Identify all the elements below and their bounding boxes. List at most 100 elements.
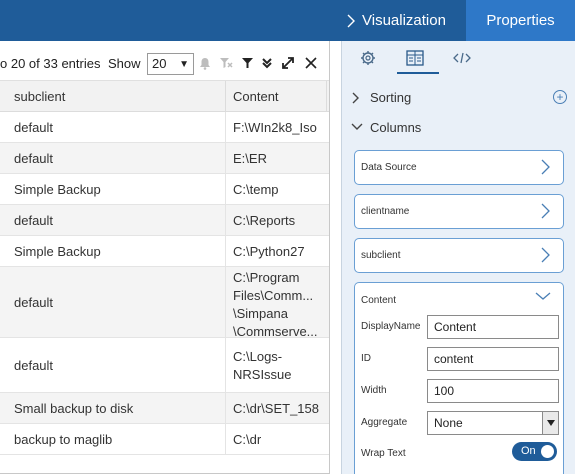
panel-header: Visualization Properties	[341, 0, 575, 41]
close-icon[interactable]	[303, 55, 319, 71]
wrap-text-toggle[interactable]: On	[512, 442, 557, 461]
id-label: ID	[361, 353, 371, 364]
gear-icon[interactable]	[358, 49, 378, 67]
column-card-clientname[interactable]: clientname	[354, 194, 564, 229]
cell-divider	[225, 174, 226, 204]
dashboard-header-bar	[0, 0, 341, 41]
add-sort-icon[interactable]: +	[553, 90, 567, 104]
bell-icon[interactable]	[197, 55, 213, 71]
aggregate-select[interactable]: None	[427, 411, 559, 435]
column-header-content[interactable]: Content	[233, 89, 279, 104]
tab-visualization-label: Visualization	[362, 12, 446, 29]
table-row[interactable]: backup to maglib C:\dr	[0, 424, 329, 455]
cell-content-line: F:\WIn2k8_Iso	[233, 119, 317, 135]
table-row[interactable]: default C:\Logs- NRSIssue	[0, 338, 329, 393]
cell-subclient: Simple Backup	[14, 243, 101, 259]
cell-subclient: default	[14, 212, 54, 228]
cell-content: C:\dr	[233, 431, 261, 449]
cell-subclient: default	[14, 119, 54, 135]
display-name-input[interactable]: Content	[427, 315, 559, 339]
cell-content: C:\temp	[233, 181, 279, 199]
table-row[interactable]: default F:\WIn2k8_Iso	[0, 112, 329, 143]
cell-content-line: C:\dr	[233, 431, 262, 447]
id-input[interactable]: content	[427, 347, 559, 371]
sorting-label: Sorting	[370, 90, 412, 105]
chevron-right-icon	[541, 247, 550, 263]
cell-content-line: C:\temp	[233, 181, 279, 197]
page-size-select[interactable]: 20 ▼	[147, 53, 194, 75]
column-card-label: clientname	[361, 206, 410, 217]
cell-divider	[225, 236, 226, 266]
page-size-value: 20	[152, 56, 167, 71]
cell-divider	[225, 393, 226, 423]
table-widget: o 20 of 33 entries Show 20 ▼ subclient C…	[0, 41, 330, 474]
sorting-section[interactable]: Sorting +	[342, 87, 575, 109]
tab-properties[interactable]: Properties	[466, 0, 575, 41]
cell-content: E:\ER	[233, 150, 267, 168]
table-row[interactable]: default C:\Reports	[0, 205, 329, 236]
app-root: o 20 of 33 entries Show 20 ▼ subclient C…	[0, 0, 575, 474]
aggregate-value: None	[434, 416, 463, 430]
cell-divider	[225, 143, 226, 173]
column-card-label[interactable]: Content	[361, 295, 396, 306]
table-row[interactable]: Small backup to disk C:\dr\SET_158	[0, 393, 329, 424]
table-row[interactable]: Simple Backup C:\temp	[0, 174, 329, 205]
cell-divider	[225, 338, 226, 392]
chevron-right-icon	[347, 14, 355, 27]
cell-content-line: C:\Logs-	[233, 348, 283, 364]
column-card-label: subclient	[361, 250, 401, 261]
caret-down-icon: ▼	[179, 59, 189, 70]
table-row[interactable]: default C:\Program Files\Comm... \Simpana \C…	[0, 267, 329, 341]
chevron-right-icon	[541, 159, 550, 175]
columns-label: Columns	[370, 120, 422, 135]
cell-divider	[225, 267, 226, 337]
column-header-subclient[interactable]: subclient	[14, 89, 65, 104]
table-header: subclient Content	[0, 81, 329, 112]
active-toolbar-indicator	[397, 72, 439, 74]
columns-section[interactable]: Columns	[342, 117, 575, 139]
column-divider[interactable]	[225, 81, 226, 111]
cell-content-line: C:\Python27	[233, 243, 305, 259]
column-card-data-source[interactable]: Data Source	[354, 150, 564, 185]
cell-subclient: default	[14, 357, 54, 373]
cell-content-line: Files\Comm...	[233, 288, 314, 303]
cell-divider	[225, 112, 226, 142]
width-input[interactable]: 100	[427, 379, 559, 403]
column-card-subclient[interactable]: subclient	[354, 238, 564, 273]
filter-icon[interactable]	[239, 55, 255, 71]
aggregate-label: Aggregate	[361, 417, 408, 428]
column-card-label: Data Source	[361, 162, 417, 173]
paging-info: o 20 of 33 entries	[0, 56, 101, 71]
clear-filter-icon[interactable]	[218, 55, 234, 71]
chevron-right-icon	[541, 203, 550, 219]
caret-down-icon[interactable]	[542, 412, 558, 434]
table-icon[interactable]	[405, 49, 425, 67]
table-row[interactable]: default E:\ER	[0, 143, 329, 174]
toggle-state-label: On	[521, 445, 536, 457]
chevron-up-icon[interactable]	[535, 291, 551, 301]
toggle-knob	[541, 445, 554, 458]
cell-content: C:\Logs- NRSIssue	[233, 348, 292, 384]
tab-properties-label: Properties	[486, 12, 555, 29]
cell-content: C:\Reports	[233, 212, 295, 230]
cell-subclient: backup to maglib	[14, 431, 113, 447]
code-icon[interactable]	[452, 49, 472, 67]
collapse-icon[interactable]	[259, 55, 275, 71]
chevron-right-icon	[352, 92, 359, 104]
tab-visualization[interactable]: Visualization	[341, 0, 466, 41]
column-divider[interactable]	[326, 81, 327, 111]
display-name-label: DisplayName	[361, 321, 421, 332]
cell-divider	[225, 424, 226, 454]
column-card-content-expanded: Content DisplayName Content ID content W…	[354, 282, 564, 474]
cell-content: F:\WIn2k8_Iso	[233, 119, 317, 137]
properties-panel: Sorting + Columns Data Source clientname…	[341, 41, 575, 474]
cell-content: C:\dr\SET_158	[233, 400, 319, 418]
cell-content: C:\Program Files\Comm... \Simpana \Commserv…	[233, 269, 318, 341]
cell-subclient: default	[14, 150, 54, 166]
cell-content-line: E:\ER	[233, 150, 267, 166]
cell-content-line: C:\dr\SET_158	[233, 400, 319, 416]
panel-toolbar	[342, 41, 575, 76]
table-row[interactable]: Simple Backup C:\Python27	[0, 236, 329, 267]
wrap-text-label: Wrap Text	[361, 448, 406, 459]
expand-icon[interactable]	[280, 55, 296, 71]
